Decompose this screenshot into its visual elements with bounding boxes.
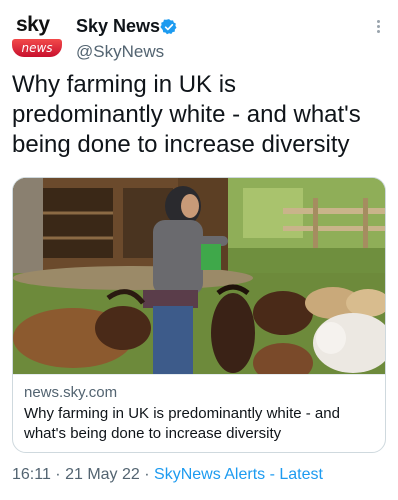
card-image[interactable]: [13, 178, 386, 374]
avatar-news-pill: news: [12, 39, 62, 57]
tweet-text: Why farming in UK is predominantly white…: [12, 71, 361, 158]
meta-separator: ·: [50, 466, 66, 483]
tweet-date[interactable]: 21 May 22: [65, 466, 140, 483]
card-title: Why farming in UK is predominantly white…: [24, 405, 340, 442]
avatar-sky-text: sky: [16, 13, 50, 36]
avatar[interactable]: sky news: [10, 13, 65, 63]
meta-separator: ·: [139, 466, 155, 483]
verified-badge-icon: [160, 19, 177, 35]
handle[interactable]: @SkyNews: [76, 42, 164, 62]
source-app-link[interactable]: SkyNews Alerts - Latest: [154, 466, 323, 483]
card-info[interactable]: news.sky.com Why farming in UK is predom…: [13, 374, 385, 452]
card-domain: news.sky.com: [24, 384, 118, 401]
link-card[interactable]: news.sky.com Why farming in UK is predom…: [12, 177, 386, 453]
tweet-time[interactable]: 16:11: [12, 466, 51, 483]
tweet-meta: 16:11 · 21 May 22 · SkyNews Alerts - Lat…: [12, 466, 323, 484]
display-name[interactable]: Sky News: [76, 16, 160, 37]
tweet[interactable]: sky news Sky News @SkyNews Why farming i…: [0, 0, 398, 500]
more-options-icon[interactable]: [372, 18, 384, 38]
